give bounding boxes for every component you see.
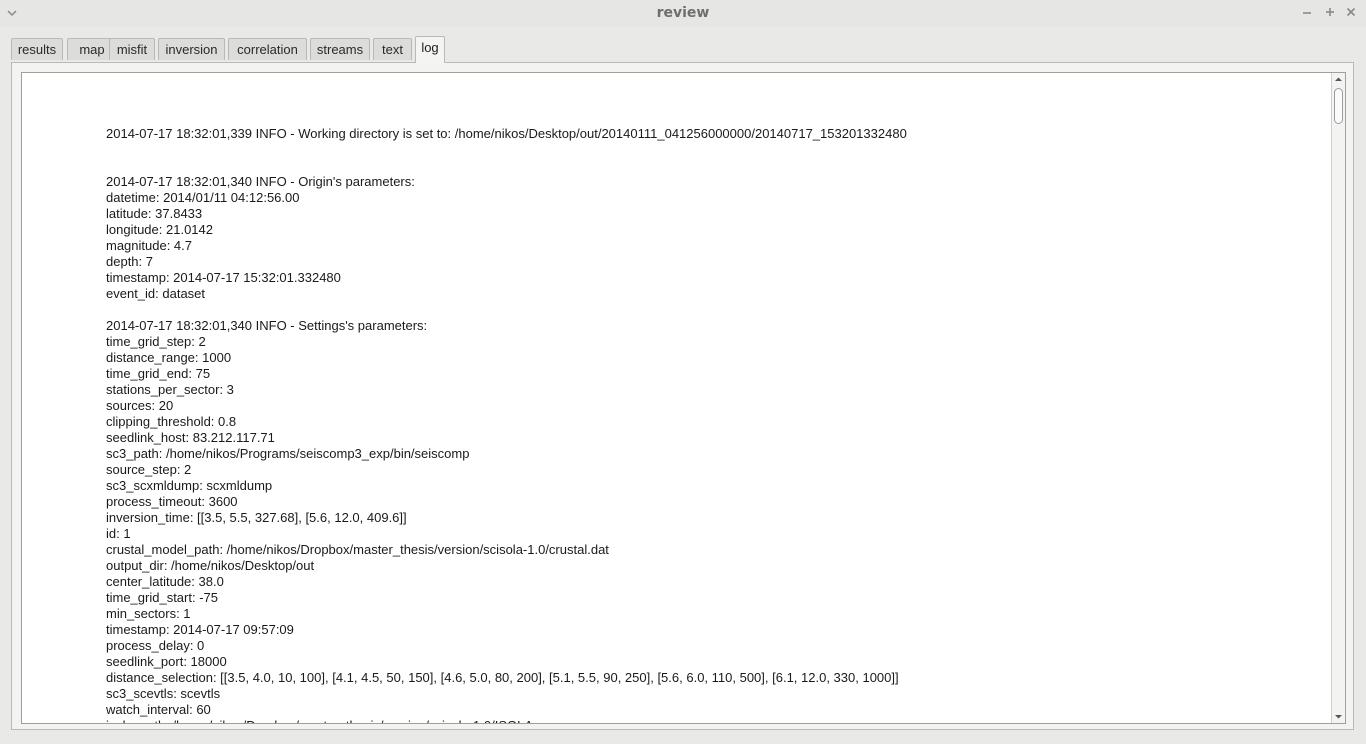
log-line: event_id: dataset — [106, 286, 206, 301]
tab-text[interactable]: text — [373, 38, 412, 60]
tab-panel-log: 2014-07-17 18:32:01,339 INFO - Working d… — [11, 62, 1354, 730]
log-line: watch_interval: 60 — [106, 702, 211, 717]
scroll-up-icon[interactable] — [1334, 75, 1343, 84]
log-line: timestamp: 2014-07-17 15:32:01.332480 — [106, 270, 341, 285]
log-line: process_delay: 0 — [106, 638, 205, 653]
close-icon[interactable] — [1344, 5, 1358, 19]
log-text-view[interactable]: 2014-07-17 18:32:01,339 INFO - Working d… — [21, 72, 1346, 724]
log-line: depth: 7 — [106, 254, 153, 269]
log-line: 2014-07-17 18:32:01,339 INFO - Working d… — [106, 126, 907, 141]
log-content: 2014-07-17 18:32:01,339 INFO - Working d… — [106, 78, 1325, 723]
scroll-down-icon[interactable] — [1334, 712, 1343, 721]
log-line: distance_selection: [[3.5, 4.0, 10, 100]… — [106, 670, 899, 685]
log-line: timestamp: 2014-07-17 09:57:09 — [106, 622, 294, 637]
log-line: time_grid_start: -75 — [106, 590, 218, 605]
tab-inversion[interactable]: inversion — [158, 38, 225, 60]
vertical-scrollbar[interactable] — [1331, 73, 1345, 723]
tab-log[interactable]: log — [415, 36, 445, 63]
log-line: sc3_path: /home/nikos/Programs/seiscomp3… — [106, 446, 470, 461]
log-line: source_step: 2 — [106, 462, 192, 477]
log-line: seedlink_port: 18000 — [106, 654, 227, 669]
log-line: time_grid_step: 2 — [106, 334, 206, 349]
log-line: process_timeout: 3600 — [106, 494, 238, 509]
log-line: distance_range: 1000 — [106, 350, 232, 365]
window-title: review — [656, 5, 710, 21]
log-line: id: 1 — [106, 526, 131, 541]
log-line: time_grid_end: 75 — [106, 366, 211, 381]
log-line: latitude: 37.8433 — [106, 206, 203, 221]
title-bar[interactable]: review — [0, 0, 1366, 27]
log-line: inversion_time: [[3.5, 5.5, 327.68], [5.… — [106, 510, 407, 525]
log-line: center_latitude: 38.0 — [106, 574, 224, 589]
log-line: clipping_threshold: 0.8 — [106, 414, 237, 429]
scrollbar-thumb[interactable] — [1334, 88, 1343, 124]
log-line: datetime: 2014/01/11 04:12:56.00 — [106, 190, 300, 205]
log-line: output_dir: /home/nikos/Desktop/out — [106, 558, 315, 573]
log-line: seedlink_host: 83.212.117.71 — [106, 430, 275, 445]
log-line: 2014-07-17 18:32:01,340 INFO - Settings'… — [106, 318, 428, 333]
log-line: crustal_model_path: /home/nikos/Dropbox/… — [106, 542, 609, 557]
minimize-icon[interactable] — [1300, 5, 1314, 19]
log-line: isola_path: /home/nikos/Dropbox/master_t… — [106, 718, 1325, 723]
tab-results[interactable]: results — [11, 38, 63, 60]
log-line: magnitude: 4.7 — [106, 238, 193, 253]
tab-streams[interactable]: streams — [310, 38, 370, 60]
maximize-icon[interactable] — [1323, 5, 1337, 19]
log-line: sc3_scxmldump: scxmldump — [106, 478, 273, 493]
log-line: min_sectors: 1 — [106, 606, 191, 621]
tab-misfit[interactable]: misfit — [109, 38, 155, 60]
tab-correlation[interactable]: correlation — [228, 38, 307, 60]
log-line: longitude: 21.0142 — [106, 222, 213, 237]
log-line: sources: 20 — [106, 398, 174, 413]
log-line: 2014-07-17 18:32:01,340 INFO - Origin's … — [106, 174, 415, 189]
log-line: stations_per_sector: 3 — [106, 382, 234, 397]
app-window: review results map misfit inversion corr… — [0, 0, 1366, 744]
log-line: sc3_scevtls: scevtls — [106, 686, 221, 701]
